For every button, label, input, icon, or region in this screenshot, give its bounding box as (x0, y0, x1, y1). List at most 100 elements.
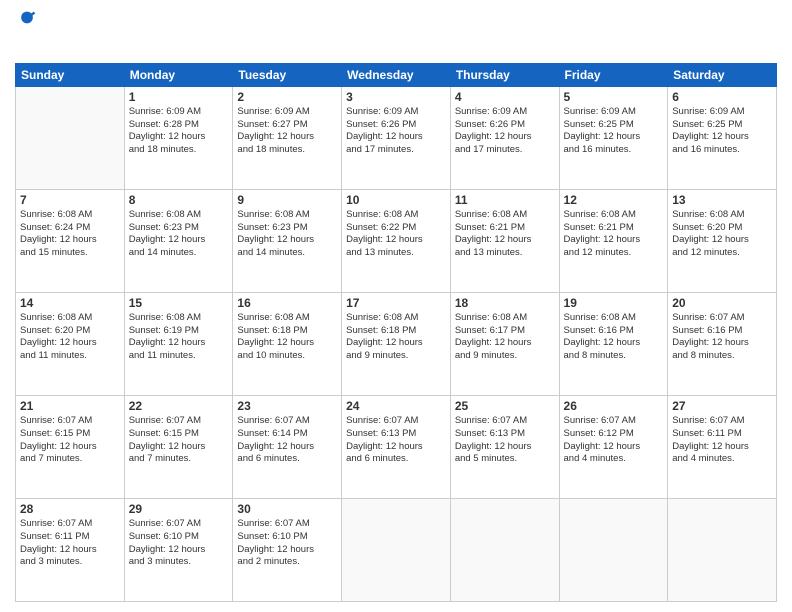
header (15, 10, 777, 55)
day-info: Sunrise: 6:07 AM Sunset: 6:11 PM Dayligh… (672, 415, 772, 466)
day-info: Sunrise: 6:07 AM Sunset: 6:11 PM Dayligh… (20, 518, 120, 569)
day-info: Sunrise: 6:08 AM Sunset: 6:20 PM Dayligh… (20, 312, 120, 363)
calendar-cell: 12Sunrise: 6:08 AM Sunset: 6:21 PM Dayli… (559, 189, 668, 292)
day-info: Sunrise: 6:07 AM Sunset: 6:13 PM Dayligh… (455, 415, 555, 466)
day-number: 2 (237, 90, 337, 104)
day-number: 29 (129, 502, 229, 516)
calendar-cell: 7 Sunrise: 6:08 AM Sunset: 6:24 PM Daylig… (16, 189, 125, 292)
day-number: 9 (237, 193, 337, 207)
day-number: 15 (129, 296, 229, 310)
day-number: 22 (129, 399, 229, 413)
logo (15, 10, 37, 55)
day-number: 18 (455, 296, 555, 310)
day-number: 4 (455, 90, 555, 104)
calendar-cell: 4 Sunrise: 6:09 AM Sunset: 6:26 PM Daylig… (450, 86, 559, 189)
day-number: 10 (346, 193, 446, 207)
day-number: 11 (455, 193, 555, 207)
day-info: Sunrise: 6:07 AM Sunset: 6:10 PM Dayligh… (129, 518, 229, 569)
calendar-cell: 23 Sunrise: 6:07 AM Sunset: 6:14 PM Dayli… (233, 395, 342, 498)
day-number: 3 (346, 90, 446, 104)
calendar-cell: 20Sunrise: 6:07 AM Sunset: 6:16 PM Dayli… (668, 292, 777, 395)
week-row-2: 7 Sunrise: 6:08 AM Sunset: 6:24 PM Daylig… (16, 189, 777, 292)
calendar-cell: 30Sunrise: 6:07 AM Sunset: 6:10 PM Dayli… (233, 498, 342, 601)
calendar-cell: 11 Sunrise: 6:08 AM Sunset: 6:21 PM Dayli… (450, 189, 559, 292)
day-info: Sunrise: 6:08 AM Sunset: 6:23 PM Dayligh… (129, 209, 229, 260)
day-number: 17 (346, 296, 446, 310)
day-number: 6 (672, 90, 772, 104)
day-info: Sunrise: 6:08 AM Sunset: 6:21 PM Dayligh… (455, 209, 555, 260)
day-number: 16 (237, 296, 337, 310)
weekday-header-thursday: Thursday (450, 63, 559, 86)
calendar-cell: 5Sunrise: 6:09 AM Sunset: 6:25 PM Daylig… (559, 86, 668, 189)
calendar-cell: 21 Sunrise: 6:07 AM Sunset: 6:15 PM Dayli… (16, 395, 125, 498)
day-info: Sunrise: 6:08 AM Sunset: 6:23 PM Dayligh… (237, 209, 337, 260)
day-number: 7 (20, 193, 120, 207)
calendar-cell: 17 Sunrise: 6:08 AM Sunset: 6:18 PM Dayli… (342, 292, 451, 395)
day-number: 5 (564, 90, 664, 104)
day-info: Sunrise: 6:08 AM Sunset: 6:17 PM Dayligh… (455, 312, 555, 363)
calendar-cell: 14Sunrise: 6:08 AM Sunset: 6:20 PM Dayli… (16, 292, 125, 395)
day-info: Sunrise: 6:07 AM Sunset: 6:15 PM Dayligh… (20, 415, 120, 466)
day-info: Sunrise: 6:09 AM Sunset: 6:26 PM Dayligh… (455, 106, 555, 157)
calendar-cell: 16 Sunrise: 6:08 AM Sunset: 6:18 PM Dayli… (233, 292, 342, 395)
calendar-cell: 18 Sunrise: 6:08 AM Sunset: 6:17 PM Dayli… (450, 292, 559, 395)
weekday-header-sunday: Sunday (16, 63, 125, 86)
calendar-cell: 1 Sunrise: 6:09 AM Sunset: 6:28 PM Daylig… (124, 86, 233, 189)
day-number: 30 (237, 502, 337, 516)
day-number: 21 (20, 399, 120, 413)
calendar-cell (559, 498, 668, 601)
day-info: Sunrise: 6:08 AM Sunset: 6:22 PM Dayligh… (346, 209, 446, 260)
day-number: 8 (129, 193, 229, 207)
day-info: Sunrise: 6:07 AM Sunset: 6:16 PM Dayligh… (672, 312, 772, 363)
day-info: Sunrise: 6:09 AM Sunset: 6:27 PM Dayligh… (237, 106, 337, 157)
calendar-cell: 8 Sunrise: 6:08 AM Sunset: 6:23 PM Daylig… (124, 189, 233, 292)
weekday-header-saturday: Saturday (668, 63, 777, 86)
day-info: Sunrise: 6:09 AM Sunset: 6:28 PM Dayligh… (129, 106, 229, 157)
calendar-cell: 9 Sunrise: 6:08 AM Sunset: 6:23 PM Daylig… (233, 189, 342, 292)
calendar-cell (450, 498, 559, 601)
calendar-cell (342, 498, 451, 601)
weekday-header-monday: Monday (124, 63, 233, 86)
day-info: Sunrise: 6:07 AM Sunset: 6:15 PM Dayligh… (129, 415, 229, 466)
day-info: Sunrise: 6:07 AM Sunset: 6:13 PM Dayligh… (346, 415, 446, 466)
week-row-3: 14Sunrise: 6:08 AM Sunset: 6:20 PM Dayli… (16, 292, 777, 395)
day-number: 24 (346, 399, 446, 413)
calendar-cell: 10 Sunrise: 6:08 AM Sunset: 6:22 PM Dayli… (342, 189, 451, 292)
day-info: Sunrise: 6:08 AM Sunset: 6:19 PM Dayligh… (129, 312, 229, 363)
logo-icon (17, 10, 37, 30)
weekday-header-friday: Friday (559, 63, 668, 86)
day-number: 13 (672, 193, 772, 207)
calendar-cell: 26 Sunrise: 6:07 AM Sunset: 6:12 PM Dayli… (559, 395, 668, 498)
day-info: Sunrise: 6:09 AM Sunset: 6:26 PM Dayligh… (346, 106, 446, 157)
calendar-cell: 24 Sunrise: 6:07 AM Sunset: 6:13 PM Dayli… (342, 395, 451, 498)
day-info: Sunrise: 6:07 AM Sunset: 6:12 PM Dayligh… (564, 415, 664, 466)
day-number: 28 (20, 502, 120, 516)
day-number: 25 (455, 399, 555, 413)
calendar-cell: 2 Sunrise: 6:09 AM Sunset: 6:27 PM Daylig… (233, 86, 342, 189)
day-info: Sunrise: 6:07 AM Sunset: 6:14 PM Dayligh… (237, 415, 337, 466)
day-info: Sunrise: 6:08 AM Sunset: 6:24 PM Dayligh… (20, 209, 120, 260)
calendar-cell: 13 Sunrise: 6:08 AM Sunset: 6:20 PM Dayli… (668, 189, 777, 292)
calendar-cell: 28 Sunrise: 6:07 AM Sunset: 6:11 PM Dayli… (16, 498, 125, 601)
calendar-cell: 6 Sunrise: 6:09 AM Sunset: 6:25 PM Daylig… (668, 86, 777, 189)
day-number: 23 (237, 399, 337, 413)
day-number: 26 (564, 399, 664, 413)
weekday-header-wednesday: Wednesday (342, 63, 451, 86)
weekday-header-tuesday: Tuesday (233, 63, 342, 86)
day-info: Sunrise: 6:08 AM Sunset: 6:21 PM Dayligh… (564, 209, 664, 260)
calendar-cell: 3 Sunrise: 6:09 AM Sunset: 6:26 PM Daylig… (342, 86, 451, 189)
day-number: 27 (672, 399, 772, 413)
calendar-cell (16, 86, 125, 189)
day-info: Sunrise: 6:08 AM Sunset: 6:18 PM Dayligh… (237, 312, 337, 363)
day-info: Sunrise: 6:08 AM Sunset: 6:18 PM Dayligh… (346, 312, 446, 363)
calendar-cell: 19 Sunrise: 6:08 AM Sunset: 6:16 PM Dayli… (559, 292, 668, 395)
day-number: 19 (564, 296, 664, 310)
page: SundayMondayTuesdayWednesdayThursdayFrid… (0, 0, 792, 612)
calendar-cell: 15 Sunrise: 6:08 AM Sunset: 6:19 PM Dayli… (124, 292, 233, 395)
calendar-table: SundayMondayTuesdayWednesdayThursdayFrid… (15, 63, 777, 602)
day-info: Sunrise: 6:09 AM Sunset: 6:25 PM Dayligh… (672, 106, 772, 157)
weekday-header-row: SundayMondayTuesdayWednesdayThursdayFrid… (16, 63, 777, 86)
day-number: 1 (129, 90, 229, 104)
day-info: Sunrise: 6:08 AM Sunset: 6:20 PM Dayligh… (672, 209, 772, 260)
day-info: Sunrise: 6:08 AM Sunset: 6:16 PM Dayligh… (564, 312, 664, 363)
